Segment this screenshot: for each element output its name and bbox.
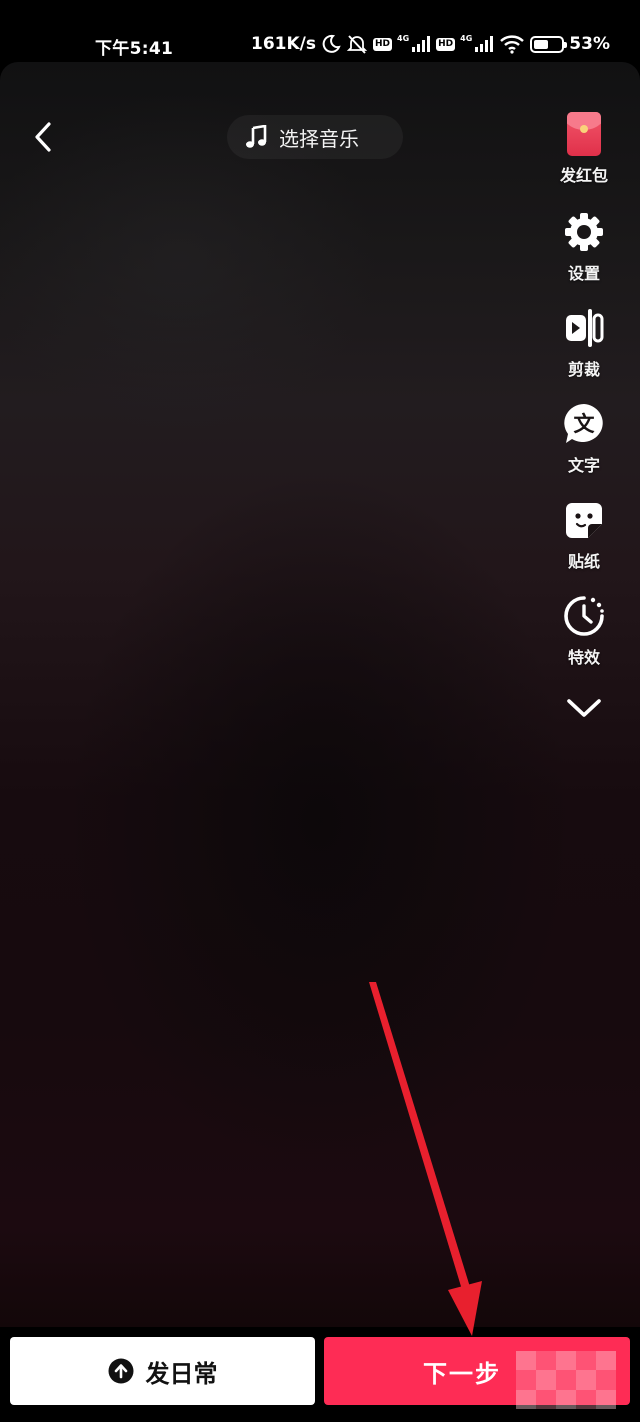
- net-type: 4G: [460, 33, 473, 43]
- text-bubble-icon: 文: [564, 404, 603, 443]
- select-music-button[interactable]: 选择音乐: [227, 115, 403, 159]
- status-bar: 下午5:41 161K/s HD 4G HD 4G 53%: [0, 0, 640, 62]
- music-note-icon: [246, 125, 267, 148]
- hd-badge: HD: [372, 37, 392, 51]
- text-icon-glyph: 文: [574, 412, 596, 436]
- tool-text[interactable]: 文 文字: [544, 402, 624, 476]
- red-packet-icon: [567, 112, 601, 156]
- more-tools-button[interactable]: [562, 690, 606, 726]
- post-daily-label: 发日常: [145, 1359, 218, 1388]
- effects-timer-icon: [564, 596, 604, 636]
- tool-label: 贴纸: [567, 552, 600, 571]
- net-type: 4G: [397, 33, 410, 43]
- next-step-label: 下一步: [423, 1359, 501, 1388]
- tool-effects[interactable]: 特效: [544, 594, 624, 668]
- status-indicators: 161K/s HD 4G HD 4G 53%: [251, 32, 610, 56]
- tool-sticker[interactable]: 贴纸: [544, 498, 624, 572]
- tool-trim[interactable]: 剪裁: [544, 306, 624, 380]
- tool-settings[interactable]: 设置: [544, 210, 624, 284]
- tool-red-packet[interactable]: 发红包: [544, 112, 624, 186]
- chevron-down-icon: [567, 699, 601, 717]
- hd-badge: HD: [436, 37, 456, 51]
- tool-label: 设置: [567, 264, 600, 283]
- status-time: 下午5:41: [95, 39, 174, 59]
- signal-icon: [475, 36, 494, 52]
- pixelated-watermark: [516, 1351, 616, 1409]
- moon-icon: [322, 34, 341, 53]
- signal-icon: [412, 36, 431, 52]
- gear-icon: [565, 213, 603, 251]
- bottom-action-bar: 发日常 下一步: [0, 1327, 640, 1422]
- sticker-icon: [566, 503, 602, 538]
- tool-label: 发红包: [559, 166, 608, 185]
- trim-icon: [566, 309, 604, 347]
- upload-arrow-icon: [108, 1358, 133, 1384]
- battery-percent: 53%: [569, 34, 610, 54]
- next-step-button[interactable]: 下一步: [324, 1337, 630, 1409]
- post-daily-button[interactable]: 发日常: [10, 1337, 315, 1405]
- chevron-left-icon: [35, 122, 51, 152]
- tool-label: 特效: [567, 648, 600, 667]
- mute-icon: [346, 35, 368, 54]
- tool-label: 剪裁: [567, 360, 600, 379]
- wifi-icon: [500, 35, 525, 54]
- tool-label: 文字: [567, 456, 600, 475]
- battery-level: [534, 39, 549, 49]
- battery-icon: [530, 35, 568, 53]
- network-speed: 161K/s: [250, 34, 316, 54]
- music-label: 选择音乐: [279, 126, 359, 151]
- back-button[interactable]: [28, 118, 58, 156]
